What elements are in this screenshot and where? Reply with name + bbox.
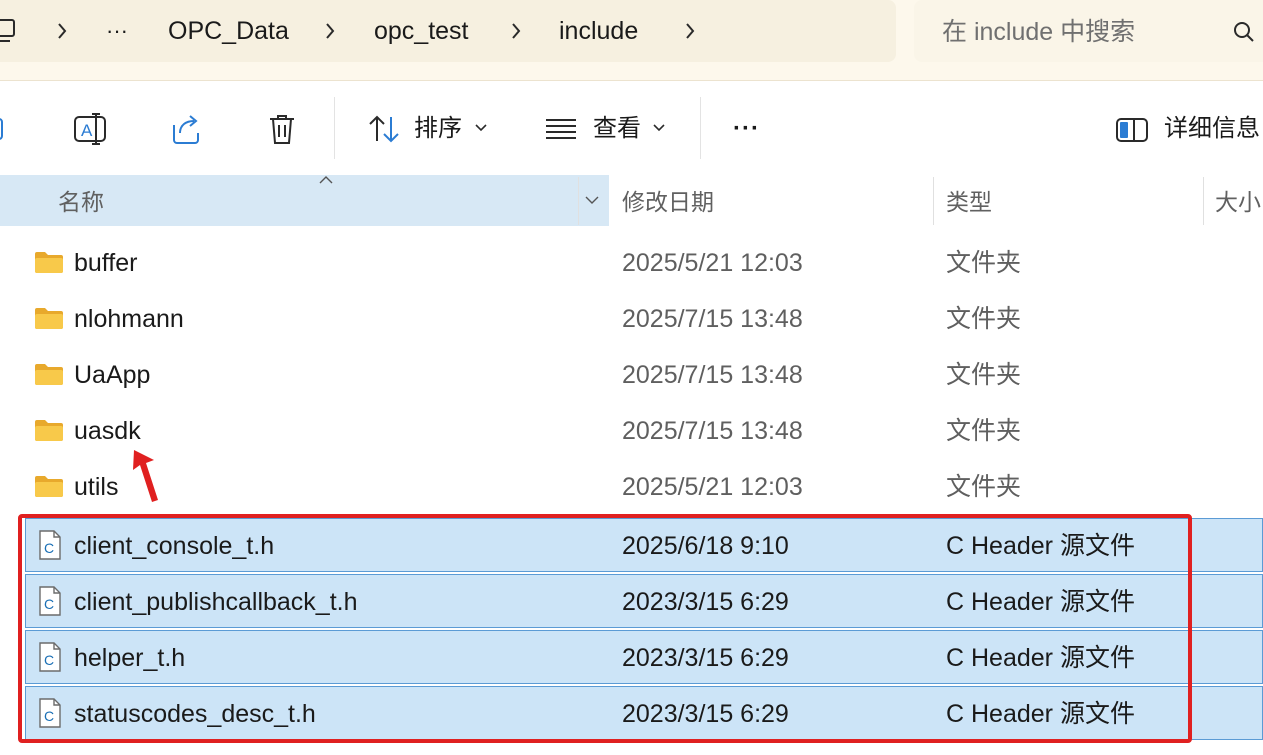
chevron-down-icon[interactable] (474, 121, 488, 140)
file-modified: 2025/7/15 13:48 (622, 305, 803, 333)
column-header-name-label[interactable]: 名称 (58, 175, 104, 226)
chevron-right-icon[interactable] (322, 19, 338, 48)
file-row[interactable]: buffer 2025/5/21 12:03 文件夹 (0, 236, 1263, 290)
column-divider (933, 177, 934, 225)
breadcrumb-opc-test[interactable]: opc_test (374, 0, 469, 62)
column-header-modified[interactable]: 修改日期 (622, 175, 714, 226)
chevron-right-icon[interactable] (54, 19, 70, 48)
file-name[interactable]: UaApp (74, 348, 150, 402)
file-type: 文件夹 (946, 305, 1022, 333)
file-name[interactable]: nlohmann (74, 292, 184, 346)
sort-ascending-icon (318, 173, 334, 191)
file-name[interactable]: utils (74, 460, 118, 514)
this-pc-icon[interactable] (0, 0, 18, 62)
file-row[interactable]: utils 2025/5/21 12:03 文件夹 (0, 460, 1263, 514)
file-name[interactable]: buffer (74, 236, 137, 290)
annotation-arrow-icon (124, 446, 164, 511)
more-options-button[interactable]: ··· (733, 111, 760, 147)
copy-icon[interactable] (0, 111, 10, 152)
top-bar: ··· OPC_Data opc_test include 在 include … (0, 0, 1263, 81)
search-placeholder[interactable]: 在 include 中搜索 (942, 0, 1135, 62)
column-divider (1203, 177, 1204, 225)
breadcrumb-overflow-button[interactable]: ··· (106, 0, 128, 62)
file-type: 文件夹 (946, 249, 1022, 277)
breadcrumb-opc-data[interactable]: OPC_Data (168, 0, 289, 62)
toolbar-divider (334, 97, 335, 159)
column-header-type[interactable]: 类型 (946, 175, 992, 226)
folder-icon (34, 306, 64, 335)
folder-icon (34, 418, 64, 447)
rename-icon[interactable]: A (72, 111, 108, 152)
sort-icon[interactable] (366, 111, 402, 152)
svg-text:A: A (81, 121, 93, 140)
chevron-down-icon[interactable] (584, 193, 600, 212)
delete-icon[interactable] (264, 111, 300, 152)
chevron-right-icon[interactable] (682, 19, 698, 48)
folder-icon (34, 474, 64, 503)
file-row[interactable]: UaApp 2025/7/15 13:48 文件夹 (0, 348, 1263, 402)
file-type: 文件夹 (946, 473, 1022, 501)
column-header-size[interactable]: 大小 (1215, 175, 1261, 226)
file-type: 文件夹 (946, 361, 1022, 389)
file-modified: 2025/5/21 12:03 (622, 249, 803, 277)
search-box[interactable]: 在 include 中搜索 (914, 0, 1263, 62)
view-icon[interactable] (544, 111, 580, 152)
search-icon[interactable] (1232, 20, 1256, 49)
share-icon[interactable] (168, 111, 204, 152)
view-button[interactable]: 查看 (593, 111, 641, 147)
command-bar: A 排序 查看 ··· 详细信息 (0, 81, 1263, 175)
file-modified: 2025/5/21 12:03 (622, 473, 803, 501)
column-header-name[interactable]: 名称 (0, 175, 609, 226)
annotation-highlight-box (18, 514, 1192, 743)
folder-icon (34, 362, 64, 391)
column-headers: 名称 修改日期 类型 大小 (0, 175, 1263, 226)
file-modified: 2025/7/15 13:48 (622, 417, 803, 445)
file-modified: 2025/7/15 13:48 (622, 361, 803, 389)
column-divider (578, 177, 579, 225)
file-type: 文件夹 (946, 417, 1022, 445)
chevron-right-icon[interactable] (508, 19, 524, 48)
toolbar-divider (700, 97, 701, 159)
address-bar[interactable]: ··· OPC_Data opc_test include (0, 0, 896, 62)
details-pane-icon[interactable] (1114, 111, 1150, 152)
folder-icon (34, 250, 64, 279)
sort-button[interactable]: 排序 (414, 111, 462, 147)
file-row[interactable]: nlohmann 2025/7/15 13:48 文件夹 (0, 292, 1263, 346)
file-row[interactable]: uasdk 2025/7/15 13:48 文件夹 (0, 404, 1263, 458)
breadcrumb-include[interactable]: include (559, 0, 638, 62)
details-button[interactable]: 详细信息 (1164, 111, 1260, 147)
chevron-down-icon[interactable] (652, 121, 666, 140)
